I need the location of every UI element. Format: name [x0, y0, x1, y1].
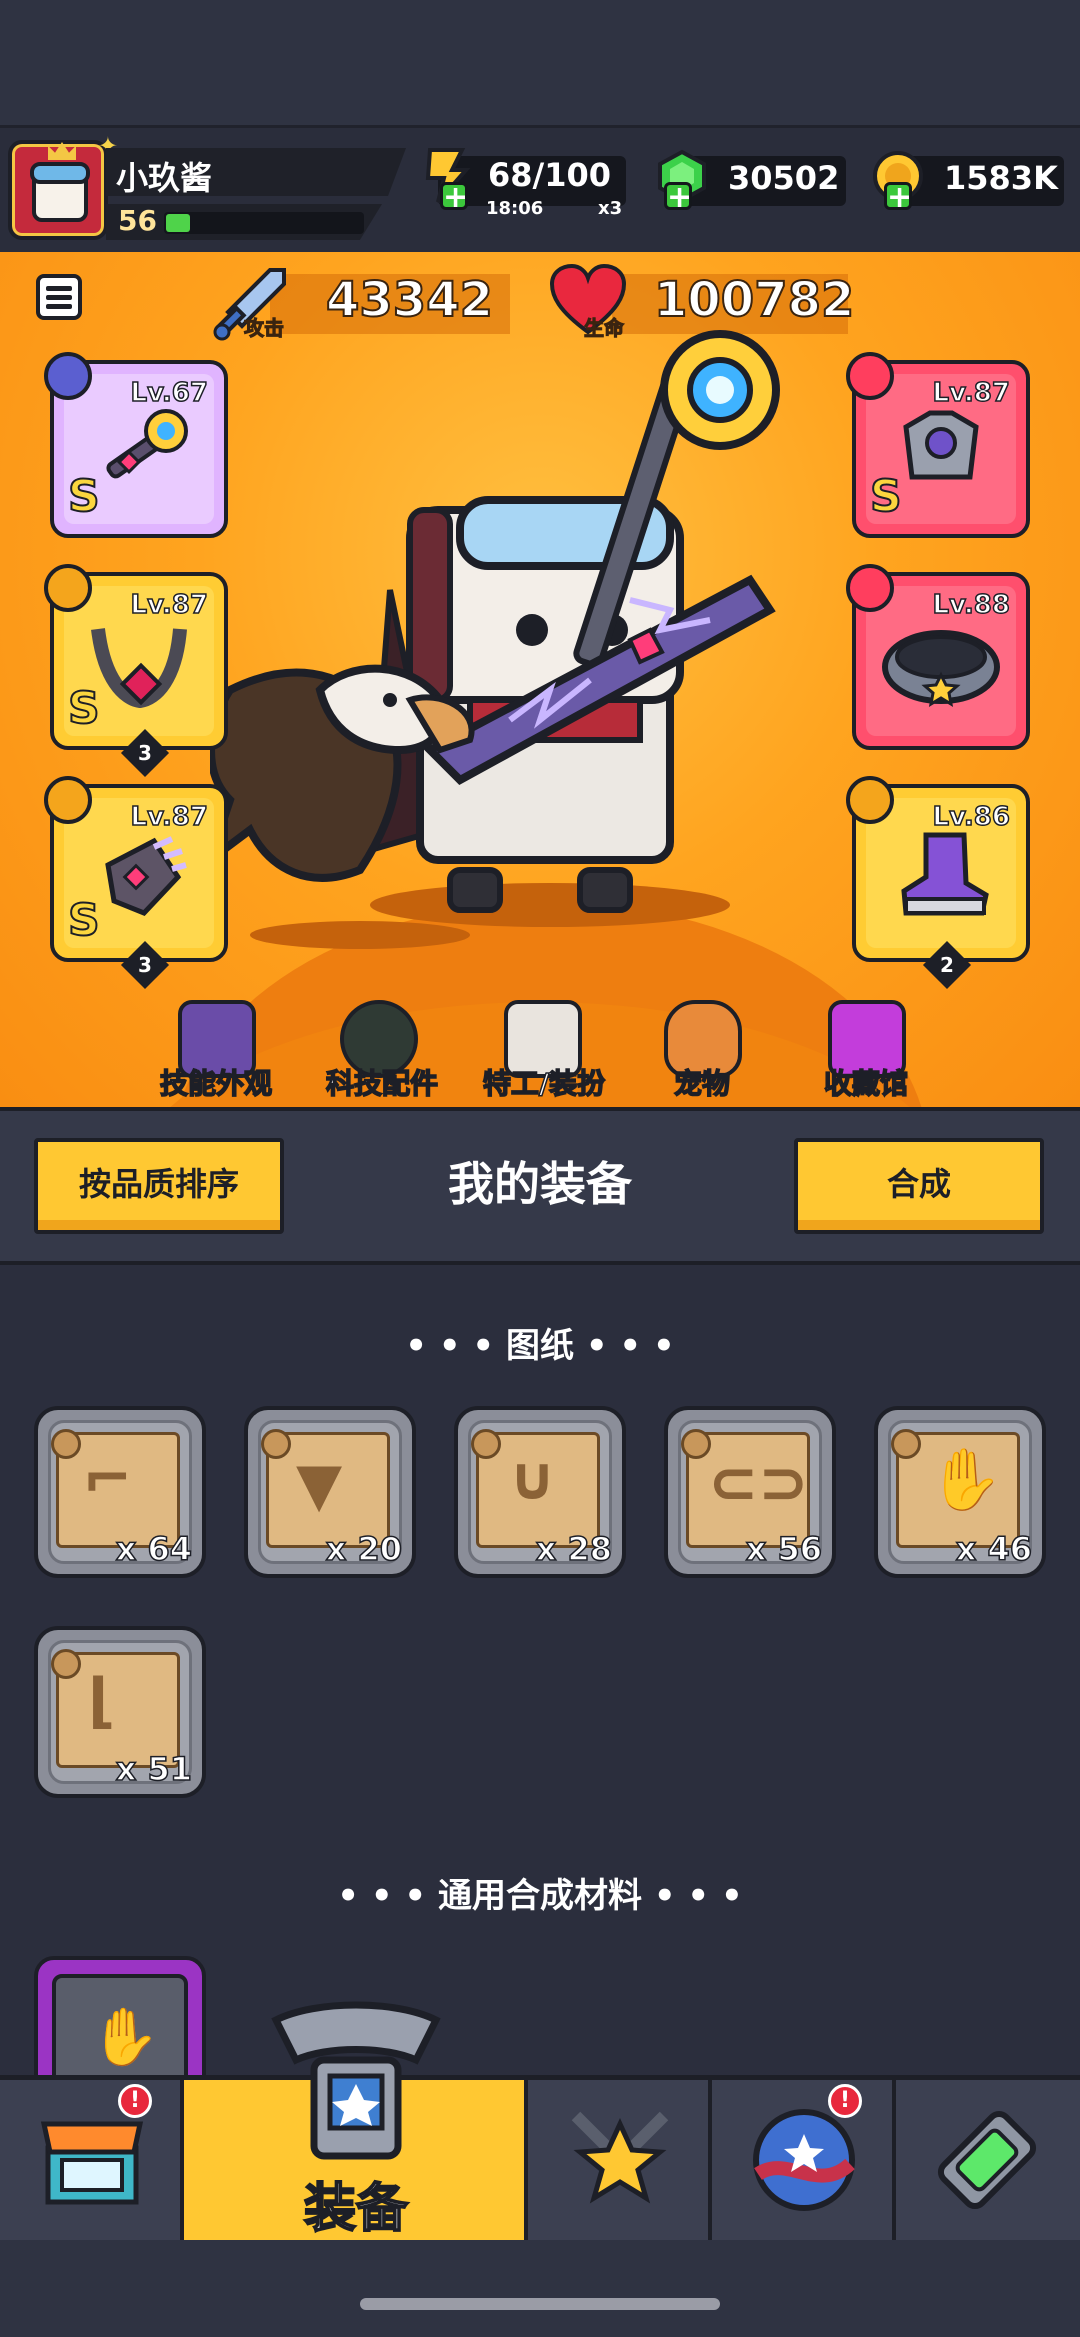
battle-star-icon — [571, 2111, 669, 2204]
orb-alert-badge: ! — [828, 2084, 862, 2118]
star-orb-icon — [753, 2109, 855, 2211]
menu-list-button[interactable] — [36, 274, 82, 320]
stamina-plus-button[interactable]: + — [440, 182, 468, 213]
gems-plus-button[interactable]: + — [664, 182, 692, 213]
equip-slot-belt[interactable]: Lv.88 — [846, 564, 1030, 750]
weapon-staff-icon — [106, 409, 188, 479]
blueprint-glove[interactable]: ✋ x 46 — [874, 1406, 1046, 1578]
player-level: 56 — [118, 204, 157, 237]
necklace-icon: ∪ — [508, 1444, 557, 1514]
glove-icon: ✋ — [928, 1445, 1003, 1515]
equip-slot-armor[interactable]: Lv.87 S — [846, 352, 1030, 538]
gems-value: 30502 — [728, 159, 840, 197]
hero-character — [210, 330, 780, 949]
blueprint-qty: x 64 — [115, 1529, 193, 1569]
xp-bar — [164, 212, 364, 234]
player-name: 小玖酱 — [116, 159, 213, 197]
glove-level: Lv.87 — [130, 801, 209, 833]
merge-button[interactable]: 合成 — [794, 1138, 1044, 1234]
armor-icon — [903, 410, 979, 480]
glove-grade: S — [67, 894, 101, 947]
shirt-icon: ▼ — [296, 1450, 343, 1520]
pistol-icon: ⌐ — [82, 1444, 133, 1514]
blueprints-section-title: • • • 图纸 • • • — [405, 1326, 675, 1366]
shop-alert-badge: ! — [118, 2084, 152, 2118]
necklace-grade: S — [67, 682, 101, 735]
belt-type-icon — [846, 564, 894, 612]
nav-collection-label[interactable]: 收藏馆 — [796, 1062, 936, 1102]
crown-icon — [48, 142, 76, 160]
blueprint-qty: x 46 — [955, 1529, 1033, 1569]
armor-level: Lv.87 — [932, 377, 1011, 409]
blueprint-boots[interactable]: ⌊ x 51 — [34, 1626, 206, 1798]
boots-icon — [901, 832, 989, 916]
belt-level: Lv.88 — [932, 589, 1011, 621]
boots-icon: ⌊ — [88, 1666, 116, 1736]
boots-level: Lv.86 — [932, 801, 1011, 833]
stamina-timer: 18:06 — [486, 198, 544, 219]
equip-slot-boots[interactable]: Lv.86 2 — [846, 776, 1030, 990]
game-screen: { "player": { "name": "小玖酱", "level": "5… — [0, 0, 1080, 2337]
coins-value: 1583K — [944, 159, 1058, 197]
glove-material-icon: ✋ — [90, 2005, 160, 2070]
stamina-multiplier: x3 — [598, 198, 623, 219]
tab-battle[interactable] — [528, 2080, 712, 2240]
health-value: 100782 — [653, 271, 855, 329]
necklace-icon — [91, 628, 187, 709]
blueprint-necklace[interactable]: ∪ x 28 — [454, 1406, 626, 1578]
boots-count-badge: 2 — [922, 940, 972, 990]
equipment-icon — [271, 2001, 441, 2160]
blueprint-qty: x 51 — [115, 1749, 193, 1789]
glove-count-badge: 3 — [120, 940, 170, 990]
weapon-grade: S — [67, 470, 101, 523]
blueprint-qty: x 56 — [745, 1529, 823, 1569]
nav-tech-part-label[interactable]: 科技配件 — [312, 1062, 452, 1102]
blueprint-shirt[interactable]: ▼ x 20 — [244, 1406, 416, 1578]
nav-pet-label[interactable]: 宠物 — [632, 1062, 772, 1102]
necklace-type-icon — [44, 564, 92, 612]
bottom-safe-area — [0, 2245, 1080, 2337]
stamina-value: 68/100 — [488, 156, 612, 194]
sort-by-quality-button[interactable]: 按品质排序 — [34, 1138, 284, 1234]
armor-type-icon — [846, 352, 894, 400]
materials-section-title: • • • 通用合成材料 • • • — [337, 1876, 743, 1916]
blueprint-qty: x 20 — [325, 1529, 403, 1569]
dna-capsule-icon — [937, 2110, 1037, 2210]
shop-icon — [40, 2121, 144, 2205]
blueprint-belt[interactable]: ⊂⊃ x 56 — [664, 1406, 836, 1578]
tab-shop[interactable]: ! — [0, 2080, 184, 2240]
nav-skill-skin-label[interactable]: 技能外观 — [146, 1062, 286, 1102]
equip-slot-weapon[interactable]: Lv.67 S — [44, 352, 228, 538]
necklace-count-badge: 3 — [120, 728, 170, 778]
avatar-visor — [30, 162, 90, 184]
necklace-level: Lv.87 — [130, 589, 209, 621]
blueprint-qty: x 28 — [535, 1529, 613, 1569]
home-indicator[interactable] — [360, 2298, 720, 2310]
equipment-panel-title: 我的装备 — [448, 1157, 632, 1211]
equip-slot-glove[interactable]: Lv.87 S 3 — [44, 776, 228, 990]
belt-icon: ⊂⊃ — [708, 1448, 809, 1518]
glove-type-icon — [44, 776, 92, 824]
tab-equipment[interactable]: 装备 — [184, 2001, 528, 2240]
tab-star-orb[interactable]: ! — [712, 2080, 896, 2240]
boots-type-icon — [846, 776, 894, 824]
armor-grade: S — [869, 470, 903, 523]
tab-equipment-label: 装备 — [303, 2178, 409, 2240]
tab-dna[interactable] — [896, 2080, 1080, 2240]
coins-plus-button[interactable]: + — [884, 182, 912, 213]
xp-fill — [166, 214, 190, 232]
glove-icon — [105, 836, 187, 917]
status-bar-area — [0, 0, 1080, 125]
nav-agent-label[interactable]: 特工/装扮 — [464, 1062, 624, 1102]
equip-slot-necklace[interactable]: Lv.87 S 3 — [44, 564, 228, 778]
weapon-type-icon — [44, 352, 92, 400]
attack-value: 43342 — [325, 271, 494, 329]
blueprint-pistol[interactable]: ⌐ x 64 — [34, 1406, 206, 1578]
weapon-level: Lv.67 — [130, 377, 209, 409]
belt-icon — [882, 630, 1000, 708]
player-avatar[interactable]: ✦ — [8, 132, 118, 240]
